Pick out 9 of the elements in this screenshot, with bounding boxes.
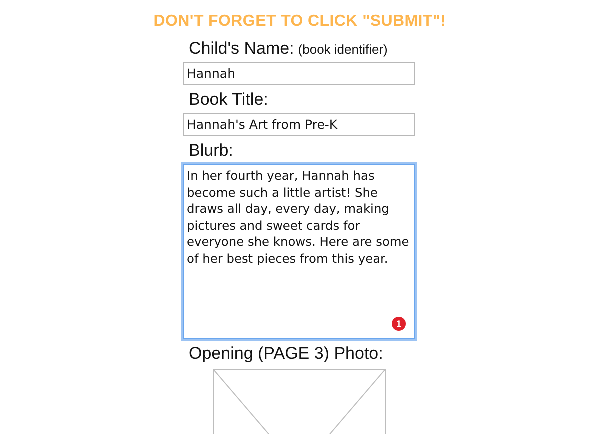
field-label: Blurb:: [189, 141, 234, 161]
field-label: Opening (PAGE 3) Photo:: [189, 344, 384, 364]
field-label: Book Title:: [189, 90, 268, 110]
photo-placeholder-icon[interactable]: [213, 369, 386, 434]
field-label: Child's Name:: [189, 39, 294, 59]
field-hint: (book identifier): [298, 42, 388, 57]
reminder-heading: DON'T FORGET TO CLICK "SUBMIT"!: [154, 13, 446, 31]
text-field[interactable]: Hannah: [183, 62, 415, 85]
text-field[interactable]: Hannah's Art from Pre-K: [183, 113, 415, 136]
